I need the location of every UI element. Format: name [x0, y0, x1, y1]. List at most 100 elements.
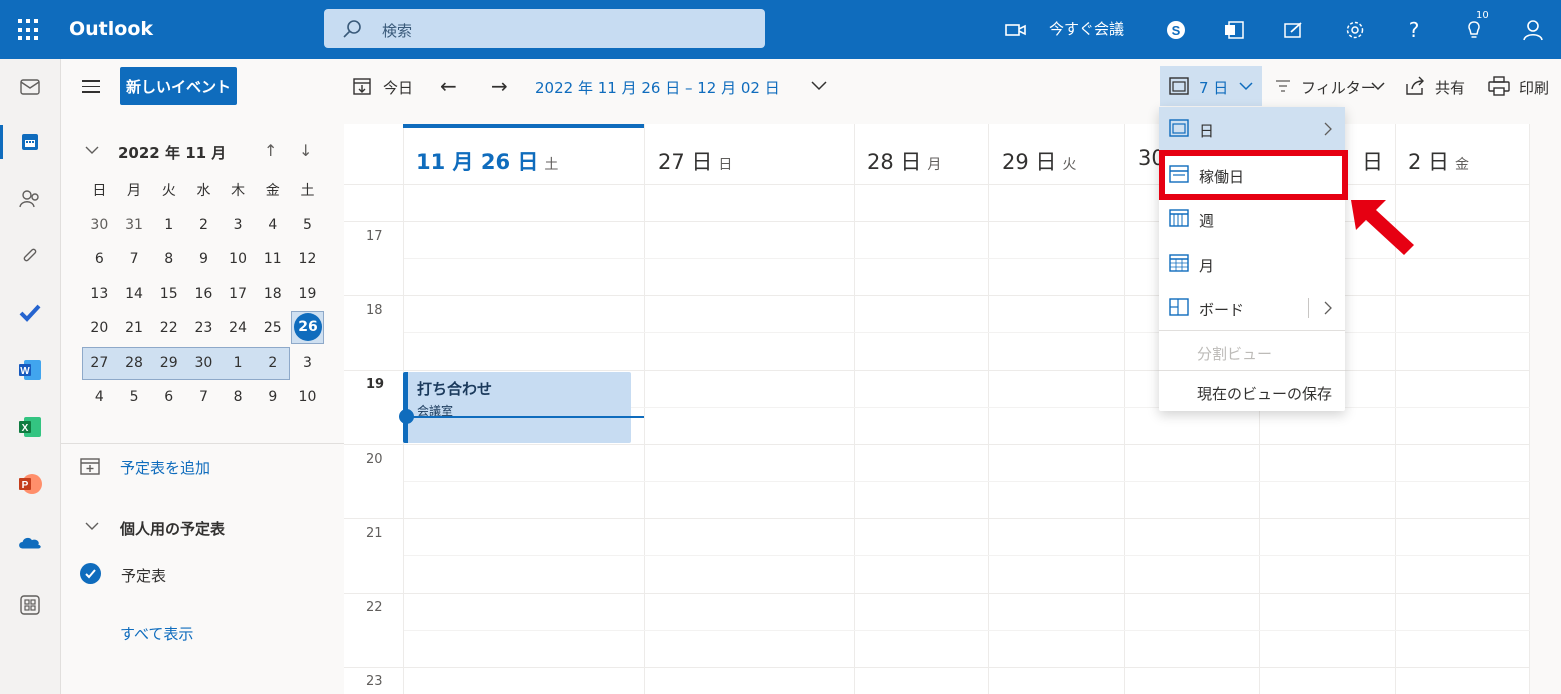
mini-calendar-day[interactable]: 21 [117, 320, 152, 336]
whats-new-icon[interactable] [1282, 16, 1306, 44]
onedrive-icon[interactable] [18, 530, 42, 554]
mini-calendar-day[interactable]: 11 [255, 251, 290, 267]
checkmark-icon[interactable] [80, 563, 101, 584]
mini-calendar-day[interactable]: 3 [221, 217, 256, 233]
menu-item-month[interactable]: 月 [1159, 242, 1345, 286]
mail-icon[interactable] [18, 75, 42, 99]
todo-icon[interactable] [18, 301, 42, 325]
app-name[interactable]: Outlook [69, 18, 153, 40]
menu-icon[interactable] [82, 80, 100, 94]
mini-calendar-day[interactable]: 2 [255, 355, 290, 371]
mini-calendar-day[interactable]: 23 [186, 320, 221, 336]
mini-calendar-day[interactable]: 14 [117, 286, 152, 302]
date-range-picker[interactable]: 2022 年 11 月 26 日 – 12 月 02 日 [535, 77, 780, 98]
chevron-right-icon[interactable] [1323, 300, 1333, 316]
day-header[interactable]: 2 日金 [1408, 146, 1469, 176]
chevron-down-icon[interactable] [84, 144, 100, 156]
calendar-icon[interactable] [18, 130, 42, 154]
mini-calendar-day[interactable]: 2 [186, 217, 221, 233]
day-header[interactable]: 日 [1362, 146, 1383, 176]
mini-calendar-day[interactable]: 27 [82, 355, 117, 371]
show-all-link[interactable]: すべて表示 [120, 623, 193, 644]
mini-calendar-day[interactable]: 9 [186, 251, 221, 267]
day-header[interactable]: 11 月 26 日土 [416, 146, 558, 176]
mini-calendar-day[interactable]: 25 [255, 320, 290, 336]
arrow-up-icon[interactable]: ↑ [264, 141, 277, 160]
mini-calendar-day[interactable]: 1 [151, 217, 186, 233]
share-button[interactable]: 共有 [1435, 77, 1465, 98]
day-header[interactable]: 27 日日 [658, 146, 732, 176]
mini-calendar-day[interactable]: 10 [221, 251, 256, 267]
settings-icon[interactable] [1343, 16, 1367, 44]
mini-calendar-day[interactable]: 15 [151, 286, 186, 302]
share-icon[interactable] [1404, 76, 1426, 96]
new-event-button[interactable]: 新しいイベント [120, 67, 237, 105]
mini-calendar-day[interactable]: 10 [290, 389, 325, 405]
meet-now-button[interactable]: 今すぐ会議 [1049, 18, 1124, 39]
mini-calendar-day[interactable]: 18 [255, 286, 290, 302]
menu-item-day[interactable]: 日 [1159, 107, 1345, 151]
print-button[interactable]: 印刷 [1519, 77, 1549, 98]
today-button[interactable]: 今日 [383, 77, 413, 98]
add-calendar-icon[interactable] [80, 456, 102, 476]
mini-calendar-day[interactable]: 17 [221, 286, 256, 302]
mini-calendar-day[interactable]: 28 [117, 355, 152, 371]
mini-calendar-day[interactable]: 29 [151, 355, 186, 371]
menu-item-week[interactable]: 週 [1159, 197, 1345, 241]
arrow-left-icon[interactable]: ← [440, 74, 457, 98]
account-icon[interactable] [1521, 16, 1545, 44]
mini-calendar-day[interactable]: 20 [82, 320, 117, 336]
mini-calendar-day[interactable]: 13 [82, 286, 117, 302]
mini-calendar-day[interactable]: 4 [255, 217, 290, 233]
add-calendar-link[interactable]: 予定表を追加 [120, 457, 210, 478]
chevron-down-icon[interactable] [810, 79, 828, 91]
mini-calendar-day[interactable]: 8 [151, 251, 186, 267]
mini-calendar-day[interactable]: 30 [82, 217, 117, 233]
today-icon[interactable] [352, 76, 372, 96]
mini-calendar-day[interactable]: 7 [186, 389, 221, 405]
mini-calendar-day[interactable]: 19 [290, 286, 325, 302]
mini-calendar-day[interactable]: 16 [186, 286, 221, 302]
mini-calendar-day[interactable]: 5 [117, 389, 152, 405]
search-box[interactable]: 検索 [324, 9, 765, 48]
mini-calendar-day[interactable]: 5 [290, 217, 325, 233]
print-icon[interactable] [1488, 76, 1510, 96]
view-switcher-button[interactable]: 7 日 [1160, 66, 1262, 106]
menu-item-board[interactable]: ボード [1159, 286, 1345, 330]
excel-icon[interactable]: X [18, 415, 42, 439]
calendar-list-item[interactable]: 予定表 [121, 565, 166, 586]
mini-calendar-day[interactable]: 4 [82, 389, 117, 405]
personal-calendars-group[interactable]: 個人用の予定表 [120, 518, 225, 539]
mini-calendar-day[interactable]: 30 [186, 355, 221, 371]
powerpoint-icon[interactable]: P [18, 472, 42, 496]
mini-calendar-day[interactable]: 7 [117, 251, 152, 267]
mini-calendar-day[interactable]: 6 [82, 251, 117, 267]
mini-calendar-day[interactable]: 12 [290, 251, 325, 267]
mini-calendar-day[interactable]: 9 [255, 389, 290, 405]
filter-icon[interactable] [1274, 79, 1292, 93]
mini-calendar-day[interactable]: 8 [221, 389, 256, 405]
mini-calendar-day[interactable]: 3 [290, 355, 325, 371]
people-icon[interactable] [18, 187, 42, 211]
mini-calendar-day[interactable]: 1 [221, 355, 256, 371]
menu-item-save-view[interactable]: 現在のビューの保存 [1159, 370, 1345, 414]
mini-calendar-day[interactable]: 24 [221, 320, 256, 336]
arrow-right-icon[interactable]: → [491, 74, 508, 98]
filter-button[interactable]: フィルター [1301, 77, 1376, 98]
mini-calendar-day[interactable]: 6 [151, 389, 186, 405]
teams-icon[interactable] [1223, 16, 1247, 44]
app-launcher-icon[interactable] [18, 19, 40, 41]
chevron-down-icon[interactable] [1370, 80, 1386, 92]
search-input[interactable]: 検索 [382, 20, 412, 41]
mini-calendar-day[interactable]: 31 [117, 217, 152, 233]
mini-calendar-month[interactable]: 2022 年 11 月 [118, 142, 226, 163]
apps-icon[interactable] [18, 593, 42, 617]
day-header[interactable]: 29 日火 [1002, 146, 1076, 176]
calendar-event[interactable]: 打ち合わせ 会議室 [403, 372, 631, 443]
skype-icon[interactable]: S [1164, 16, 1188, 44]
arrow-down-icon[interactable]: ↓ [299, 141, 312, 160]
meet-now-icon[interactable] [1004, 16, 1028, 44]
help-button[interactable]: ? [1402, 16, 1426, 44]
chevron-down-icon[interactable] [84, 520, 100, 532]
attach-icon[interactable] [18, 244, 42, 268]
